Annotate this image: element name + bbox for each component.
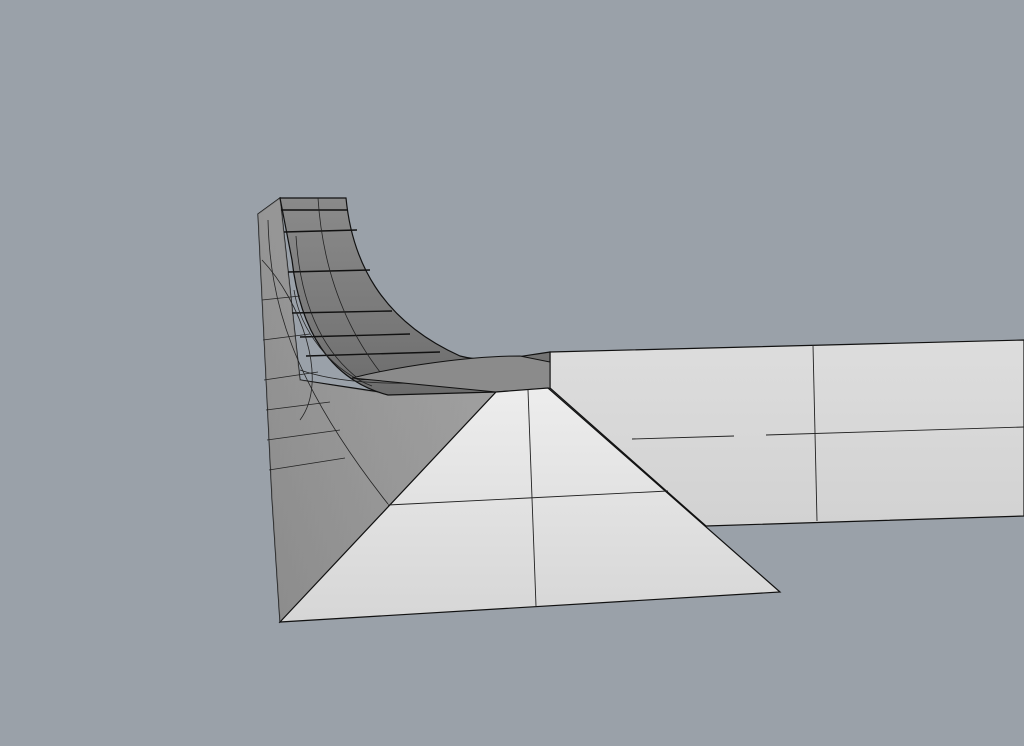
scene-svg[interactable]	[0, 0, 1024, 746]
quarterpipe-curved-surface[interactable]	[279, 197, 551, 396]
3d-viewport[interactable]	[0, 0, 1024, 746]
